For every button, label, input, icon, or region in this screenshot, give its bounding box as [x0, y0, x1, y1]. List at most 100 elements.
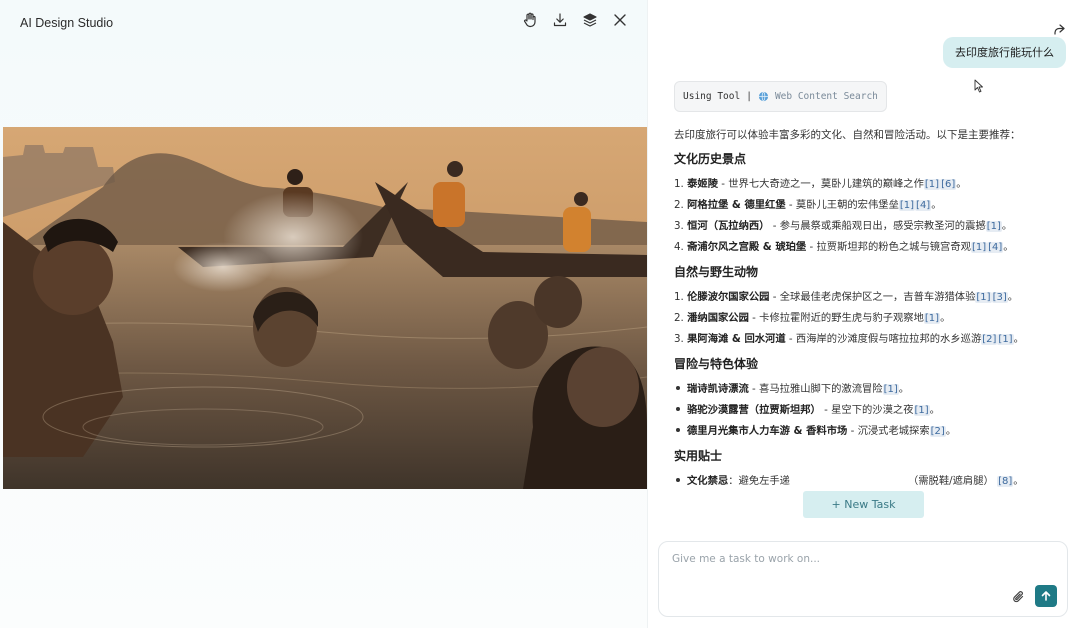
list-item: 4. 斋浦尔风之宫殿 & 琥珀堡 - 拉贾斯坦邦的粉色之城与镜宫奇观[1] [4]…: [674, 237, 1058, 258]
citation-link[interactable]: [4]: [915, 200, 932, 211]
citation-link[interactable]: [2]: [929, 426, 946, 437]
generated-image: [3, 127, 647, 489]
item-name: 潘纳国家公园: [687, 312, 749, 324]
item-number: 1.: [674, 291, 684, 303]
item-end: 。: [945, 425, 957, 437]
list-item: 1. 泰姬陵 - 世界七大奇迹之一，莫卧儿建筑的巅峰之作[1] [6]。: [674, 174, 1058, 195]
bullet-dot: [676, 407, 680, 411]
citation-link[interactable]: [1]: [997, 334, 1014, 345]
section-heading: 实用贴士: [674, 449, 723, 463]
hand-icon[interactable]: [522, 12, 538, 28]
item-name: 斋浦尔风之宫殿 & 琥珀堡: [687, 241, 807, 253]
item-end: 。: [1013, 333, 1024, 345]
item-end: 。: [1013, 475, 1024, 487]
item-description: - 莫卧儿王朝的宏伟堡垒: [785, 199, 899, 211]
assistant-response: 去印度旅行可以体验丰富多彩的文化、自然和冒险活动。以下是主要推荐： 文化历史景点…: [674, 126, 1058, 496]
section-heading: 冒险与特色体验: [674, 357, 759, 371]
citation-link[interactable]: [8]: [997, 476, 1014, 487]
close-icon[interactable]: [612, 12, 628, 28]
list-item: 2. 潘纳国家公园 - 卡修拉霍附近的野生虎与豹子观察地[1]。: [674, 308, 1058, 329]
item-description: ：避免左手递: [728, 475, 790, 487]
task-composer[interactable]: Give me a task to work on...: [658, 541, 1068, 617]
section-heading: 文化历史景点: [674, 152, 747, 166]
layers-icon[interactable]: [582, 12, 598, 28]
section-list: 1. 泰姬陵 - 世界七大奇迹之一，莫卧儿建筑的巅峰之作[1] [6]。 2. 阿格…: [674, 174, 1058, 258]
citation-link[interactable]: [1]: [898, 200, 916, 211]
item-name: 德里月光集市人力车游 & 香料市场: [687, 425, 848, 437]
response-intro: 去印度旅行可以体验丰富多彩的文化、自然和冒险活动。以下是主要推荐：: [674, 129, 1021, 141]
list-item: 瑞诗凯诗漂流 - 喜马拉雅山脚下的激流冒险[1]。: [674, 379, 1058, 400]
list-item: 3. 恒河（瓦拉纳西） - 参与晨祭或乘船观日出，感受宗教圣河的震撼[1]。: [674, 216, 1058, 237]
list-item: 骆驼沙漠露营（拉贾斯坦邦） - 星空下的沙漠之夜[1]。: [674, 400, 1058, 421]
item-number: 3.: [674, 333, 684, 345]
item-end: 。: [898, 383, 910, 395]
item-description: - 西海岸的沙滩度假与喀拉拉邦的水乡巡游: [785, 333, 982, 345]
item-name: 阿格拉堡 & 德里红堡: [687, 199, 786, 211]
preview-header: AI Design Studio: [0, 0, 648, 46]
list-item: 德里月光集市人力车游 & 香料市场 - 沉浸式老城探索[2]。: [674, 421, 1058, 442]
download-icon[interactable]: [552, 12, 568, 28]
item-number: 4.: [674, 241, 684, 253]
section-list: 1. 伦滕波尔国家公园 - 全球最佳老虎保护区之一，吉普车游猎体验[1] [3]。…: [674, 287, 1058, 350]
citation-link[interactable]: [3]: [991, 292, 1008, 303]
section-list: 瑞诗凯诗漂流 - 喜马拉雅山脚下的激流冒险[1]。 骆驼沙漠露营（拉贾斯坦邦） -…: [674, 379, 1058, 442]
citation-link[interactable]: [1]: [923, 179, 941, 190]
list-item: 3. 果阿海滩 & 回水河道 - 西海岸的沙滩度假与喀拉拉邦的水乡巡游[2] [1…: [674, 329, 1058, 350]
composer-input[interactable]: Give me a task to work on...: [672, 553, 820, 565]
citation-link[interactable]: [1]: [970, 242, 988, 253]
item-description: - 拉贾斯坦邦的粉色之城与镜宫奇观: [806, 241, 971, 253]
preview-panel: AI Design Studio: [0, 0, 648, 628]
item-end: 。: [929, 404, 940, 416]
bullet-dot: [676, 478, 680, 482]
item-end: 。: [1003, 241, 1014, 253]
paperclip-icon[interactable]: [1011, 589, 1027, 605]
tool-separator: |: [746, 91, 752, 102]
list-item: 2. 阿格拉堡 & 德里红堡 - 莫卧儿王朝的宏伟堡垒[1] [4]。: [674, 195, 1058, 216]
item-end: 。: [1001, 220, 1013, 232]
item-name: 文化禁忌: [687, 475, 729, 487]
arrow-up-icon: [1041, 591, 1051, 601]
item-end: 。: [1007, 291, 1019, 303]
citation-link[interactable]: [2]: [981, 334, 998, 345]
list-item: 1. 伦滕波尔国家公园 - 全球最佳老虎保护区之一，吉普车游猎体验[1] [3]。: [674, 287, 1058, 308]
citation-link[interactable]: [1]: [913, 405, 930, 416]
item-name: 恒河（瓦拉纳西）: [687, 220, 770, 232]
item-name: 骆驼沙漠露营（拉贾斯坦邦）: [687, 404, 821, 416]
item-description: - 全球最佳老虎保护区之一，吉普车游猎体验: [769, 291, 976, 303]
app-window: AI Design Studio 去印度旅行能玩什么 Using Tool | …: [0, 0, 1080, 628]
item-description: - 世界七大奇迹之一，莫卧儿建筑的巅峰之作: [718, 178, 924, 190]
user-message-bubble: 去印度旅行能玩什么: [943, 37, 1066, 68]
item-name: 果阿海滩 & 回水河道: [687, 333, 786, 345]
item-name: 伦滕波尔国家公园: [687, 291, 770, 303]
list-item: 文化禁忌：避免左手递 （需脱鞋/遮肩腿） [8]。: [674, 471, 1058, 492]
citation-link[interactable]: [4]: [987, 242, 1004, 253]
item-name: 瑞诗凯诗漂流: [687, 383, 749, 395]
chat-panel: 去印度旅行能玩什么 Using Tool | Web Content Searc…: [648, 0, 1080, 628]
item-number: 3.: [674, 220, 684, 232]
tool-name: Web Content Search: [774, 91, 878, 102]
item-description: - 喜马拉雅山脚下的激流冒险: [748, 383, 883, 395]
preview-toolbar: [522, 12, 628, 28]
item-number: 2.: [674, 312, 684, 324]
send-button[interactable]: [1035, 585, 1057, 607]
globe-icon: [758, 91, 769, 102]
item-end: 。: [956, 178, 967, 190]
mouse-cursor-icon: [974, 78, 984, 93]
app-title: AI Design Studio: [20, 16, 114, 30]
bullet-dot: [676, 428, 680, 432]
section-heading: 自然与野生动物: [674, 265, 759, 279]
tool-usage-chip[interactable]: Using Tool | Web Content Search: [674, 81, 887, 112]
bullet-dot: [676, 386, 680, 390]
citation-link[interactable]: [1]: [882, 384, 899, 395]
section-list: 文化禁忌：避免左手递 （需脱鞋/遮肩腿） [8]。: [674, 471, 1058, 492]
item-end: 。: [931, 199, 942, 211]
new-task-button[interactable]: + New Task: [803, 491, 924, 518]
item-number: 2.: [674, 199, 684, 211]
item-description-tail: （需脱鞋/遮肩腿）: [907, 475, 994, 487]
item-number: 1.: [674, 178, 684, 190]
citation-link[interactable]: [1]: [923, 313, 941, 324]
citation-link[interactable]: [6]: [940, 179, 957, 190]
share-icon[interactable]: [1052, 21, 1066, 35]
citation-link[interactable]: [1]: [975, 292, 992, 303]
citation-link[interactable]: [1]: [985, 221, 1002, 232]
